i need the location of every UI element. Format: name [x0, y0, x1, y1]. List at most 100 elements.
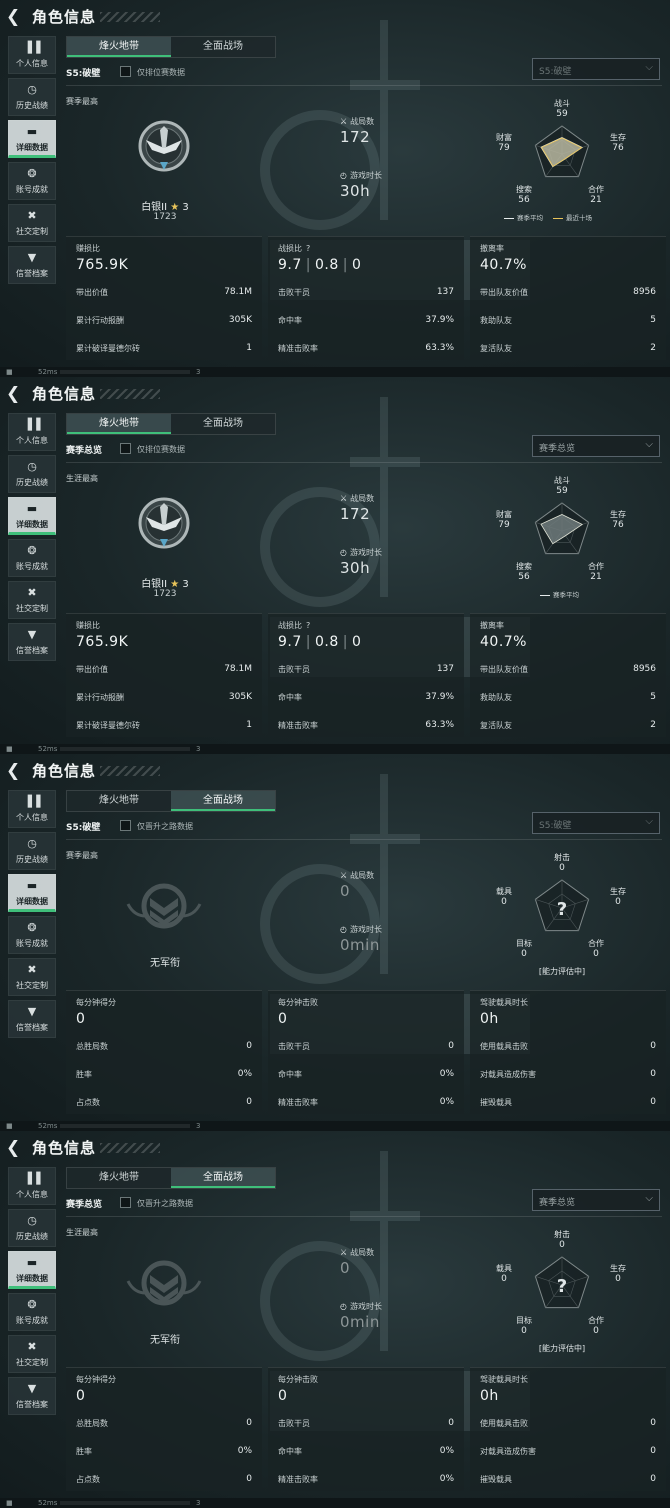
sidebar-item-credit[interactable]: ▼ 信誉档案 — [8, 246, 56, 284]
help-icon[interactable]: ? — [306, 621, 310, 630]
matches-label-row: ⚔ 战局数 — [340, 870, 374, 881]
stat-row: 击败干员 0 — [278, 1418, 454, 1430]
stat-label: 命中率 — [278, 316, 302, 325]
signal-icon: ■ — [6, 368, 13, 376]
tab-extraction[interactable]: 烽火地带 — [67, 37, 171, 57]
radar-axis-value: 0 — [521, 1326, 527, 1336]
matches-value: 0 — [340, 882, 351, 900]
help-icon[interactable]: ? — [306, 244, 310, 253]
radar-axis: 合作 0 — [584, 938, 608, 959]
shield-icon: ▼ — [27, 251, 37, 264]
radar-axis-label: 战斗 — [554, 476, 570, 485]
tab-extraction[interactable]: 烽火地带 — [67, 1168, 171, 1188]
filter-checkbox[interactable] — [120, 66, 131, 77]
sidebar-item-personal-info[interactable]: ▐▐ 个人信息 — [8, 790, 56, 828]
back-arrow-icon[interactable]: ❮ — [6, 8, 24, 26]
sidebar-item-credit[interactable]: ▼ 信誉档案 — [8, 1377, 56, 1415]
separator: | — [342, 634, 348, 650]
stat-value: 2 — [650, 343, 656, 353]
stat-value: 0 — [246, 1097, 252, 1107]
sidebar-item-detailed-data[interactable]: ▬ 详细数据 — [8, 874, 56, 912]
stat-card-1: 每分钟得分 0 总胜局数 0 胜率 0% 占点数 0 — [66, 990, 262, 1114]
card-title: 战损比? — [278, 621, 311, 630]
card-title: 每分钟击败 — [278, 1375, 318, 1384]
profile-screen: ❮ 角色信息 ▐▐ 个人信息 ◷ 历史战绩 ▬ 详细数据 ❂ 账号成就 ✖ 社交… — [0, 0, 670, 377]
radar-axis: 战斗 59 — [550, 475, 574, 496]
radar-status-note: [能力评估中] — [538, 967, 586, 976]
stat-row: 带出价值 78.1M — [76, 664, 252, 676]
sidebar-item-social[interactable]: ✖ 社交定制 — [8, 958, 56, 996]
radar-axis-label: 合作 — [588, 562, 604, 571]
sidebar-item-credit[interactable]: ▼ 信誉档案 — [8, 1000, 56, 1038]
sidebar-item-credit[interactable]: ▼ 信誉档案 — [8, 623, 56, 661]
radar-status-note: [能力评估中] — [538, 1344, 586, 1353]
status-track — [60, 747, 190, 751]
legend-swatch — [504, 217, 514, 219]
stat-row: 命中率 0% — [278, 1069, 454, 1081]
sidebar-item-social[interactable]: ✖ 社交定制 — [8, 1335, 56, 1373]
sidebar-item-history[interactable]: ◷ 历史战绩 — [8, 1209, 56, 1247]
sidebar-item-personal-info[interactable]: ▐▐ 个人信息 — [8, 1167, 56, 1205]
radar-axis-label: 生存 — [610, 1264, 626, 1273]
sidebar-item-personal-info[interactable]: ▐▐ 个人信息 — [8, 36, 56, 74]
sidebar-item-achievements[interactable]: ❂ 账号成就 — [8, 916, 56, 954]
sidebar-item-detailed-data[interactable]: ▬ 详细数据 — [8, 120, 56, 158]
chevron-down-icon: ⌵ — [645, 439, 653, 450]
stat-row: 精准击败率 0% — [278, 1474, 454, 1486]
back-arrow-icon[interactable]: ❮ — [6, 385, 24, 403]
stat-label: 摧毁载具 — [480, 1098, 512, 1107]
sidebar-item-detailed-data[interactable]: ▬ 详细数据 — [8, 497, 56, 535]
stat-label: 累计破译曼德尔砖 — [76, 721, 140, 730]
stat-row: 累计行动报酬 305K — [76, 692, 252, 704]
radar-axis: 战斗 59 — [550, 98, 574, 119]
card-value-b: 0.8 — [314, 634, 339, 650]
sidebar-item-history[interactable]: ◷ 历史战绩 — [8, 832, 56, 870]
tab-warfare[interactable]: 全面战场 — [171, 37, 275, 57]
back-arrow-icon[interactable]: ❮ — [6, 1139, 24, 1157]
title-bar: ❮ 角色信息 — [0, 754, 670, 788]
sidebar-item-history[interactable]: ◷ 历史战绩 — [8, 78, 56, 116]
sidebar-item-personal-info[interactable]: ▐▐ 个人信息 — [8, 413, 56, 451]
card-value: 0 — [278, 1011, 288, 1027]
tab-extraction[interactable]: 烽火地带 — [67, 791, 171, 811]
tab-extraction[interactable]: 烽火地带 — [67, 414, 171, 434]
back-arrow-icon[interactable]: ❮ — [6, 762, 24, 780]
title-decoration — [100, 389, 160, 399]
divider — [66, 839, 662, 840]
season-dropdown[interactable]: 赛季总览 ⌵ — [532, 1189, 660, 1211]
season-dropdown[interactable]: S5:破壁 ⌵ — [532, 58, 660, 80]
legend-item: 赛季平均 — [504, 214, 543, 222]
stat-value: 8956 — [633, 287, 656, 297]
sidebar-item-achievements[interactable]: ❂ 账号成就 — [8, 539, 56, 577]
status-bar: ■ 52ms 3 — [0, 1498, 670, 1508]
radar-axis-value: 0 — [615, 897, 621, 907]
bar-chart-icon: ▐▐ — [23, 1172, 41, 1185]
stat-value: 5 — [650, 692, 656, 702]
rank-name-row: 白银II ★ 3 — [100, 198, 230, 213]
filter-checkbox[interactable] — [120, 820, 131, 831]
tab-warfare[interactable]: 全面战场 — [171, 791, 275, 811]
filter-checkbox[interactable] — [120, 1197, 131, 1208]
sidebar-item-social[interactable]: ✖ 社交定制 — [8, 581, 56, 619]
radar-axis: 财富 79 — [492, 509, 516, 530]
no-rank-label: 无军衔 — [150, 958, 180, 969]
bar-chart-icon: ▐▐ — [23, 418, 41, 431]
stat-label: 救助队友 — [480, 316, 512, 325]
tab-warfare[interactable]: 全面战场 — [171, 414, 275, 434]
sidebar-item-achievements[interactable]: ❂ 账号成就 — [8, 1293, 56, 1331]
radar-legend: 赛季平均 — [500, 589, 660, 599]
card-title: 撤离率 — [480, 244, 504, 253]
filter-checkbox[interactable] — [120, 443, 131, 454]
season-dropdown[interactable]: S5:破壁 ⌵ — [532, 812, 660, 834]
sidebar-item-social[interactable]: ✖ 社交定制 — [8, 204, 56, 242]
legend-item: 最近十场 — [553, 214, 592, 222]
radar-axis: 财富 79 — [492, 132, 516, 153]
tab-warfare[interactable]: 全面战场 — [171, 1168, 275, 1188]
stat-card-1: 赚损比 765.9K 带出价值 78.1M 累计行动报酬 305K 累计破译曼德尔砖 1 — [66, 236, 262, 360]
sidebar-item-history[interactable]: ◷ 历史战绩 — [8, 455, 56, 493]
season-dropdown[interactable]: 赛季总览 ⌵ — [532, 435, 660, 457]
sidebar-item-detailed-data[interactable]: ▬ 详细数据 — [8, 1251, 56, 1289]
sidebar-item-achievements[interactable]: ❂ 账号成就 — [8, 162, 56, 200]
stat-value: 0% — [439, 1446, 454, 1456]
profile-screen: ❮ 角色信息 ▐▐ 个人信息 ◷ 历史战绩 ▬ 详细数据 ❂ 账号成就 ✖ 社交… — [0, 1131, 670, 1508]
